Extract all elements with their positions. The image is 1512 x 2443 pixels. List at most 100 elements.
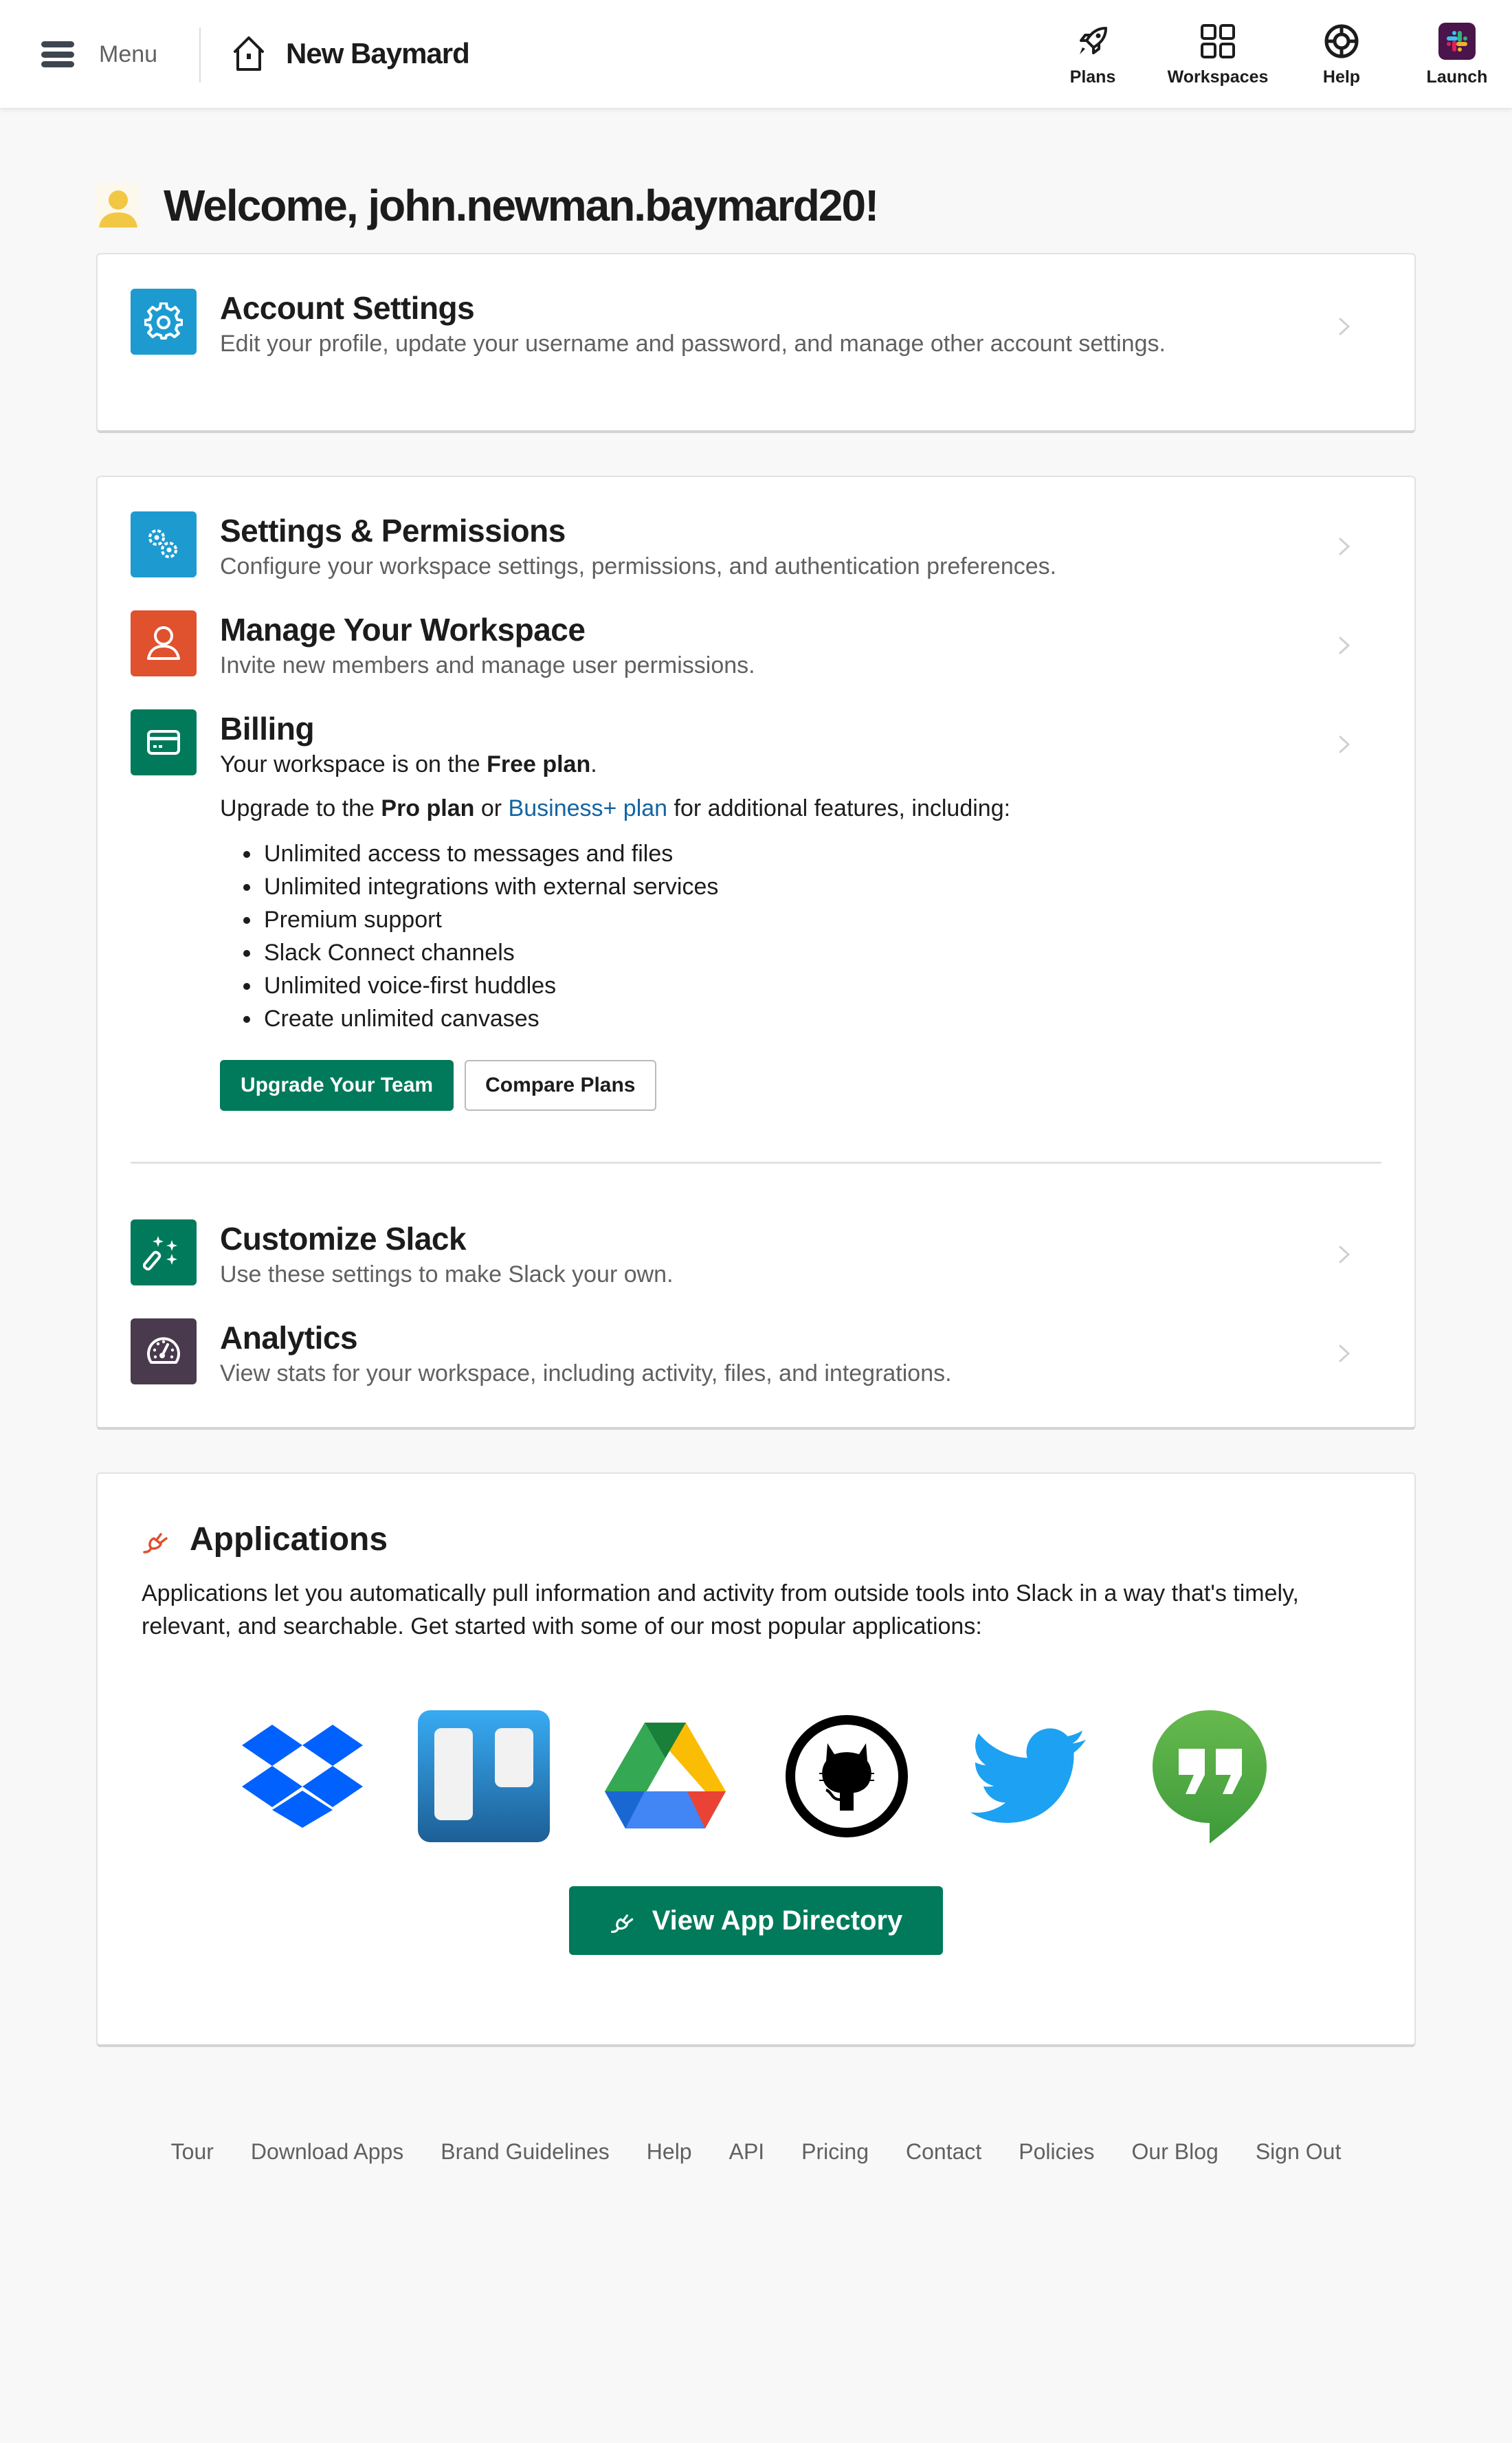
feature-item: Slack Connect channels — [243, 936, 1010, 969]
manage-workspace-tile — [131, 610, 197, 676]
account-settings-description: Edit your profile, update your username … — [220, 331, 1166, 357]
grid-icon — [1201, 24, 1235, 58]
business-plan-link[interactable]: Business+ plan — [509, 795, 668, 821]
trello-icon — [418, 1710, 550, 1842]
pro-plan-text: Pro plan — [381, 795, 475, 821]
feature-item: Unlimited access to messages and files — [243, 837, 1010, 870]
upgrade-team-button[interactable]: Upgrade Your Team — [220, 1060, 454, 1111]
customize-slack-row[interactable]: Customize Slack Use these settings to ma… — [131, 1219, 1381, 1291]
view-app-directory-label: View App Directory — [652, 1905, 903, 1936]
gear-icon — [144, 302, 183, 340]
customize-slack-title: Customize Slack — [220, 1221, 467, 1257]
chevron-right-icon — [1339, 1345, 1350, 1362]
settings-permissions-row[interactable]: Settings & Permissions Configure your wo… — [131, 511, 1381, 583]
footer-link-sign-out[interactable]: Sign Out — [1256, 2139, 1342, 2165]
customize-slack-description: Use these settings to make Slack your ow… — [220, 1261, 674, 1287]
settings-permissions-tile — [131, 511, 197, 577]
nav-plans-label: Plans — [1069, 67, 1116, 87]
manage-workspace-title: Manage Your Workspace — [220, 612, 586, 648]
credit-card-icon — [147, 730, 180, 755]
feature-item: Create unlimited canvases — [243, 1002, 1010, 1035]
magic-wand-icon — [143, 1236, 177, 1271]
page-title: Welcome, john.newman.baymard20! — [164, 181, 879, 230]
customize-slack-tile — [131, 1219, 197, 1285]
slack-logo-icon — [1438, 23, 1476, 60]
app-github[interactable] — [778, 1707, 915, 1845]
chevron-right-icon — [1339, 538, 1350, 555]
github-icon — [786, 1715, 908, 1837]
billing-tile — [131, 709, 197, 775]
top-bar: Menu New Baymard Plans Workspaces Help L… — [0, 0, 1512, 109]
app-dropbox[interactable] — [234, 1707, 371, 1845]
footer-link-our-blog[interactable]: Our Blog — [1132, 2139, 1219, 2165]
lifebuoy-icon — [1324, 24, 1359, 58]
workspace-name: New Baymard — [286, 37, 470, 69]
app-google-drive[interactable] — [597, 1707, 734, 1845]
app-google-hangouts[interactable] — [1141, 1707, 1278, 1845]
menu-label: Menu — [99, 41, 158, 67]
settings-permissions-description: Configure your workspace settings, permi… — [220, 553, 1057, 579]
feature-item: Premium support — [243, 903, 1010, 936]
user-avatar-icon — [99, 190, 137, 228]
divider — [199, 27, 201, 82]
google-drive-icon — [605, 1723, 726, 1828]
applications-description: Applications let you automatically pull … — [142, 1580, 1299, 1639]
footer-link-pricing[interactable]: Pricing — [801, 2139, 869, 2165]
nav-help[interactable]: Help — [1281, 21, 1402, 87]
speedometer-icon — [147, 1337, 180, 1364]
feature-item: Unlimited voice-first huddles — [243, 969, 1010, 1002]
plug-icon — [610, 1914, 634, 1933]
view-app-directory-button[interactable]: View App Directory — [569, 1886, 943, 1955]
rocket-icon — [1080, 27, 1107, 54]
billing-upgrade-text: Upgrade to the Pro plan or Business+ pla… — [220, 795, 1011, 821]
manage-workspace-description: Invite new members and manage user permi… — [220, 652, 755, 678]
welcome-header: Welcome, john.newman.baymard20! — [96, 180, 879, 231]
app-logos — [98, 1707, 1414, 1845]
section-divider — [131, 1162, 1381, 1164]
nav-plans[interactable]: Plans — [1031, 21, 1155, 87]
user-icon — [147, 626, 180, 660]
twitter-icon — [970, 1728, 1086, 1823]
footer-link-download-apps[interactable]: Download Apps — [251, 2139, 403, 2165]
chevron-right-icon — [1339, 318, 1350, 335]
avatar — [96, 184, 140, 228]
applications-header: Applications — [142, 1521, 388, 1558]
analytics-row[interactable]: Analytics View stats for your workspace,… — [131, 1318, 1381, 1390]
account-settings-card: Account Settings Edit your profile, upda… — [96, 253, 1416, 433]
gears-icon — [148, 529, 177, 558]
analytics-tile — [131, 1318, 197, 1384]
workspace-card: Settings & Permissions Configure your wo… — [96, 476, 1416, 1430]
footer-link-api[interactable]: API — [729, 2139, 765, 2165]
nav-launch-label: Launch — [1426, 67, 1488, 87]
footer-link-help[interactable]: Help — [647, 2139, 692, 2165]
menu-button[interactable]: Menu — [41, 30, 157, 78]
nav-workspaces[interactable]: Workspaces — [1155, 21, 1281, 87]
feature-list: Unlimited access to messages and files U… — [243, 837, 1010, 1035]
compare-plans-button[interactable]: Compare Plans — [465, 1060, 656, 1111]
billing-row: Billing Your workspace is on the Free pl… — [131, 709, 1381, 1111]
applications-card: Applications Applications let you automa… — [96, 1472, 1416, 2047]
workspace-home-link[interactable]: New Baymard — [231, 32, 470, 76]
billing-chevron-right-icon[interactable] — [1333, 734, 1354, 755]
billing-current-plan: Your workspace is on the Free plan. — [220, 751, 597, 777]
applications-title: Applications — [190, 1521, 388, 1558]
hamburger-icon — [41, 41, 74, 67]
app-trello[interactable] — [415, 1707, 553, 1845]
footer-link-tour[interactable]: Tour — [171, 2139, 214, 2165]
chevron-right-icon — [1339, 1246, 1350, 1263]
footer-link-contact[interactable]: Contact — [906, 2139, 981, 2165]
nav-help-label: Help — [1322, 67, 1361, 87]
chevron-right-icon — [1339, 637, 1350, 654]
footer-links: Tour Download Apps Brand Guidelines Help… — [0, 2139, 1512, 2165]
account-settings-row[interactable]: Account Settings Edit your profile, upda… — [131, 289, 1381, 360]
nav-workspaces-label: Workspaces — [1167, 67, 1269, 87]
footer-link-policies[interactable]: Policies — [1019, 2139, 1094, 2165]
footer-link-brand-guidelines[interactable]: Brand Guidelines — [441, 2139, 609, 2165]
manage-workspace-row[interactable]: Manage Your Workspace Invite new members… — [131, 610, 1381, 682]
app-twitter[interactable] — [959, 1707, 1097, 1845]
nav-launch[interactable]: Launch — [1402, 21, 1512, 87]
feature-item: Unlimited integrations with external ser… — [243, 870, 1010, 903]
settings-permissions-title: Settings & Permissions — [220, 513, 566, 549]
plug-icon — [143, 1532, 168, 1554]
billing-title: Billing — [220, 711, 315, 747]
